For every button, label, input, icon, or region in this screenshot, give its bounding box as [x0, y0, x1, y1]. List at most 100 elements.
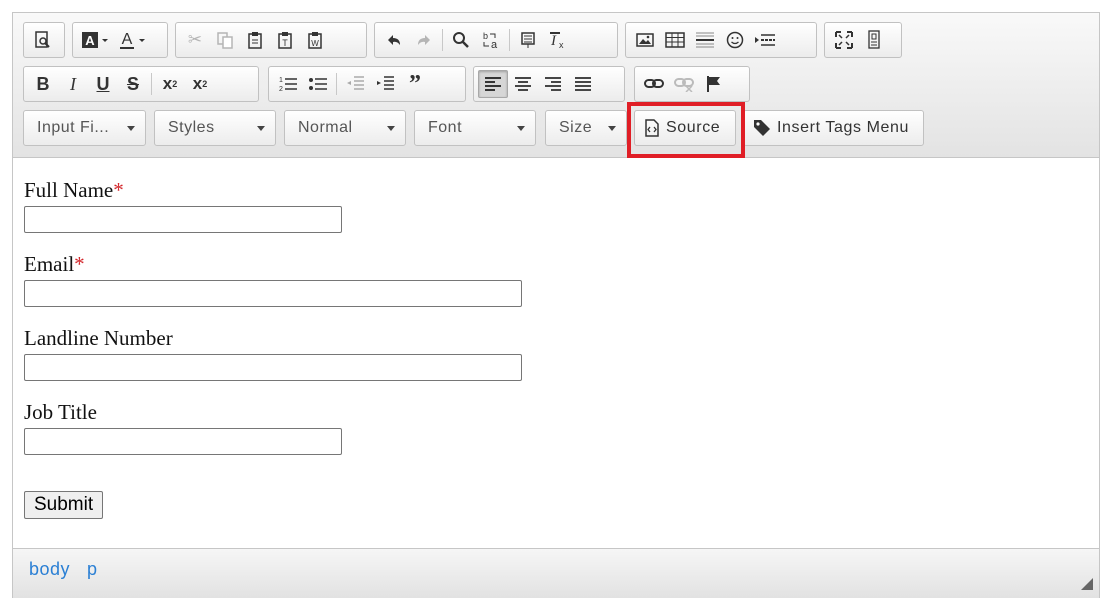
- clipboard-group: ✂ T W: [175, 22, 367, 58]
- image-icon[interactable]: [630, 26, 660, 54]
- landline-number-input[interactable]: [24, 354, 522, 381]
- copy-icon[interactable]: [210, 26, 240, 54]
- styles-dropdown[interactable]: Styles: [154, 110, 276, 146]
- editor-toolbar: A A ✂ T W b a I x B I U S x 2 x 2 1 2 ” …: [13, 13, 1099, 158]
- path-item-p[interactable]: p: [87, 559, 98, 580]
- svg-text:A: A: [85, 33, 95, 48]
- insert-group: [625, 22, 817, 58]
- insert-tags-menu-button[interactable]: Insert Tags Menu: [743, 110, 924, 146]
- toolbar-separator: [336, 73, 337, 95]
- email-input[interactable]: [24, 280, 522, 307]
- superscript-icon[interactable]: x2: [185, 70, 215, 98]
- increase-indent-icon[interactable]: [370, 70, 400, 98]
- rich-text-editor: A A ✂ T W b a I x B I U S x 2 x 2 1 2 ” …: [12, 12, 1100, 598]
- view-group: [824, 22, 902, 58]
- preview-icon[interactable]: [28, 26, 58, 54]
- bulleted-list-icon[interactable]: [303, 70, 333, 98]
- source-button-label: Source: [666, 119, 721, 136]
- text-bg-color-icon[interactable]: A: [77, 26, 115, 54]
- paste-word-icon[interactable]: W: [300, 26, 330, 54]
- preview-group: [23, 22, 65, 58]
- underline-icon[interactable]: U: [88, 70, 118, 98]
- replace-icon[interactable]: ba: [476, 26, 506, 54]
- submit-button[interactable]: Submit: [24, 491, 104, 519]
- show-blocks-icon[interactable]: [859, 26, 889, 54]
- svg-text:2: 2: [279, 86, 283, 93]
- job-title-input[interactable]: [24, 428, 342, 455]
- select-all-icon[interactable]: [513, 26, 543, 54]
- paste-text-icon[interactable]: T: [270, 26, 300, 54]
- cut-icon[interactable]: ✂: [180, 26, 210, 54]
- svg-text:1: 1: [279, 77, 283, 84]
- undo-icon[interactable]: [379, 26, 409, 54]
- unlink-icon[interactable]: [669, 70, 699, 98]
- anchor-flag-icon[interactable]: [699, 70, 729, 98]
- page-break-icon[interactable]: [750, 26, 780, 54]
- color-group: A A: [72, 22, 168, 58]
- full-name-label-text: Full Name: [24, 178, 114, 202]
- bold-icon[interactable]: B: [28, 70, 58, 98]
- svg-text:a: a: [491, 39, 498, 50]
- paste-icon[interactable]: [240, 26, 270, 54]
- edit-group: ba Ix: [374, 22, 618, 58]
- tag-icon: [754, 120, 770, 136]
- styles-dropdown-label: Styles: [168, 119, 215, 136]
- strikethrough-icon[interactable]: S: [118, 70, 148, 98]
- chevron-down-icon: [387, 125, 395, 131]
- email-label-text: Email: [24, 252, 75, 276]
- full-name-input[interactable]: [24, 206, 342, 233]
- svg-text:A: A: [122, 31, 133, 48]
- email-label: Email*: [24, 252, 85, 277]
- source-icon: [645, 119, 659, 137]
- links-group: [634, 66, 750, 102]
- source-button[interactable]: Source: [634, 110, 736, 146]
- path-item-body[interactable]: body: [29, 559, 70, 580]
- align-left-icon[interactable]: [478, 70, 508, 98]
- paragraph-group: 12 ”: [268, 66, 466, 102]
- size-dropdown[interactable]: Size: [545, 110, 627, 146]
- toolbar-separator: [151, 73, 152, 95]
- table-icon[interactable]: [660, 26, 690, 54]
- toolbar-separator: [442, 29, 443, 51]
- job-title-label: Job Title: [24, 400, 97, 424]
- svg-text:W: W: [311, 39, 319, 48]
- font-dropdown[interactable]: Font: [414, 110, 536, 146]
- full-name-label: Full Name*: [24, 178, 124, 203]
- decrease-indent-icon[interactable]: [340, 70, 370, 98]
- find-icon[interactable]: [446, 26, 476, 54]
- chevron-down-icon: [257, 125, 265, 131]
- input-field-dropdown[interactable]: Input Fi...: [23, 110, 146, 146]
- link-icon[interactable]: [639, 70, 669, 98]
- svg-text:b: b: [483, 31, 488, 41]
- chevron-down-icon: [517, 125, 525, 131]
- horizontal-line-icon[interactable]: [690, 26, 720, 54]
- svg-text:T: T: [282, 38, 288, 48]
- toolbar-separator: [509, 29, 510, 51]
- input-field-dropdown-label: Input Fi...: [37, 119, 110, 136]
- font-dropdown-label: Font: [428, 119, 463, 136]
- basic-styles-group: B I U S x2 x2: [23, 66, 259, 102]
- italic-icon[interactable]: I: [58, 70, 88, 98]
- svg-text:I: I: [550, 33, 557, 49]
- justify-icon[interactable]: [568, 70, 598, 98]
- alignment-group: [473, 66, 625, 102]
- chevron-down-icon: [608, 125, 616, 131]
- text-color-icon[interactable]: A: [115, 26, 153, 54]
- align-center-icon[interactable]: [508, 70, 538, 98]
- remove-format-icon[interactable]: Ix: [543, 26, 573, 54]
- align-right-icon[interactable]: [538, 70, 568, 98]
- resize-handle-icon[interactable]: [1081, 578, 1093, 590]
- numbered-list-icon[interactable]: 12: [273, 70, 303, 98]
- maximize-icon[interactable]: [829, 26, 859, 54]
- element-path-bar: body p: [13, 548, 1099, 598]
- svg-text:x: x: [559, 40, 564, 49]
- chevron-down-icon: [127, 125, 135, 131]
- landline-number-label: Landline Number: [24, 326, 173, 350]
- blockquote-icon[interactable]: ”: [400, 70, 430, 98]
- format-dropdown[interactable]: Normal: [284, 110, 406, 146]
- smiley-icon[interactable]: [720, 26, 750, 54]
- subscript-icon[interactable]: x2: [155, 70, 185, 98]
- size-dropdown-label: Size: [559, 119, 593, 136]
- redo-icon[interactable]: [409, 26, 439, 54]
- format-dropdown-label: Normal: [298, 119, 353, 136]
